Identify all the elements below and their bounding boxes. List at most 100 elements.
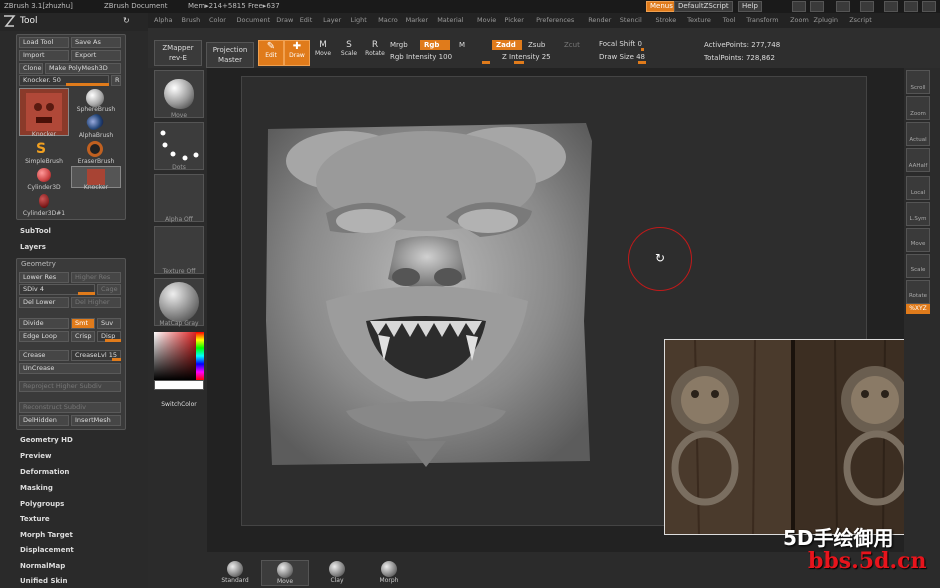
cage-button[interactable]: Cage bbox=[97, 284, 121, 295]
edit-button[interactable]: ✎ Edit bbox=[258, 40, 284, 66]
zadd-toggle[interactable]: Zadd bbox=[492, 40, 522, 50]
lower-res-button[interactable]: Lower Res bbox=[19, 272, 69, 283]
window-icon-3[interactable] bbox=[836, 1, 850, 12]
reproject-button[interactable]: Reproject Higher Subdiv bbox=[19, 381, 121, 392]
menu-zplugin[interactable]: Zplugin bbox=[814, 16, 839, 24]
export-button[interactable]: Export bbox=[71, 50, 121, 61]
rotate-view-button[interactable] bbox=[906, 280, 930, 304]
knocker-sculpt[interactable] bbox=[266, 121, 594, 467]
uncrease-button[interactable]: UnCrease bbox=[19, 363, 121, 374]
masking-section[interactable]: Masking bbox=[20, 484, 53, 492]
morph-target-section[interactable]: Morph Target bbox=[20, 531, 73, 539]
layers-section[interactable]: Layers bbox=[20, 243, 46, 251]
load-tool-button[interactable]: Load Tool bbox=[19, 37, 69, 48]
refresh-icon[interactable]: ↻ bbox=[123, 16, 130, 25]
draw-button[interactable]: ✚ Draw bbox=[284, 40, 310, 66]
menu-zoom[interactable]: Zoom bbox=[790, 16, 809, 24]
displacement-section[interactable]: Displacement bbox=[20, 546, 74, 554]
cylinder3d-thumb[interactable] bbox=[37, 168, 51, 182]
normalmap-section[interactable]: NormalMap bbox=[20, 562, 65, 570]
menu-movie[interactable]: Movie bbox=[477, 16, 496, 24]
menus-button[interactable]: Menus bbox=[646, 1, 677, 12]
cylinder3d1-thumb[interactable] bbox=[39, 194, 49, 208]
geometry-hd-section[interactable]: Geometry HD bbox=[20, 436, 73, 444]
deformation-section[interactable]: Deformation bbox=[20, 468, 69, 476]
smt-toggle[interactable]: Smt bbox=[71, 318, 95, 329]
morph-brush-button[interactable]: Morph bbox=[365, 560, 413, 586]
geometry-section[interactable]: Geometry bbox=[21, 260, 56, 268]
texture-section[interactable]: Texture bbox=[20, 515, 50, 523]
menu-alpha[interactable]: Alpha bbox=[154, 16, 172, 24]
menu-render[interactable]: Render bbox=[588, 16, 611, 24]
mrgb-toggle[interactable]: Mrgb bbox=[390, 41, 408, 49]
rgb-toggle[interactable]: Rgb bbox=[420, 40, 450, 50]
r-button[interactable]: R bbox=[111, 75, 121, 86]
del-lower-button[interactable]: Del Lower bbox=[19, 297, 69, 308]
simplebrush-thumb[interactable]: S bbox=[36, 141, 46, 157]
z-intensity-slider[interactable]: Z Intensity 25 bbox=[502, 53, 551, 61]
subtool-section[interactable]: SubTool bbox=[20, 227, 51, 235]
draw-size-slider[interactable]: Draw Size 48 bbox=[599, 53, 645, 61]
menu-color[interactable]: Color bbox=[209, 16, 226, 24]
menu-stencil[interactable]: Stencil bbox=[620, 16, 642, 24]
maximize-icon[interactable] bbox=[904, 1, 918, 12]
knocker-thumb[interactable] bbox=[19, 88, 69, 136]
move-brush-button[interactable]: Move bbox=[261, 560, 309, 586]
menu-layer[interactable]: Layer bbox=[323, 16, 341, 24]
menu-macro[interactable]: Macro bbox=[378, 16, 398, 24]
local-button[interactable] bbox=[906, 176, 930, 200]
focal-shift-slider[interactable]: Focal Shift 0 bbox=[599, 40, 642, 48]
divide-button[interactable]: Divide bbox=[19, 318, 69, 329]
import-button[interactable]: Import bbox=[19, 50, 69, 61]
rgb-intensity-slider[interactable]: Rgb Intensity 100 bbox=[390, 53, 452, 61]
close-icon[interactable] bbox=[922, 1, 936, 12]
crisp-toggle[interactable]: Crisp bbox=[71, 331, 95, 342]
move-view-button[interactable] bbox=[906, 228, 930, 252]
menu-draw[interactable]: Draw bbox=[276, 16, 293, 24]
delhidden-button[interactable]: DelHidden bbox=[19, 415, 69, 426]
unified-skin-section[interactable]: Unified Skin bbox=[20, 577, 68, 585]
standard-brush-button[interactable]: Standard bbox=[211, 560, 259, 586]
crease-button[interactable]: Crease bbox=[19, 350, 69, 361]
window-icon-2[interactable] bbox=[810, 1, 824, 12]
eraserbrush-thumb[interactable] bbox=[87, 141, 103, 157]
preview-section[interactable]: Preview bbox=[20, 452, 52, 460]
help-button[interactable]: Help bbox=[738, 1, 762, 12]
switchcolor-button[interactable]: SwitchColor bbox=[154, 401, 204, 408]
alpha-off-thumb[interactable] bbox=[154, 174, 204, 222]
zmapper-button[interactable]: ZMapper rev-E bbox=[154, 40, 202, 66]
save-as-button[interactable]: Save As bbox=[71, 37, 121, 48]
insertmesh-button[interactable]: InsertMesh bbox=[71, 415, 121, 426]
window-icon-1[interactable] bbox=[792, 1, 806, 12]
menu-marker[interactable]: Marker bbox=[406, 16, 428, 24]
clone-button[interactable]: Clone bbox=[19, 63, 43, 74]
scale-mode-button[interactable]: S Scale bbox=[336, 40, 362, 66]
make-polymesh-button[interactable]: Make PolyMesh3D bbox=[45, 63, 121, 74]
suv-toggle[interactable]: Suv bbox=[97, 318, 121, 329]
menu-stroke[interactable]: Stroke bbox=[656, 16, 677, 24]
scale-view-button[interactable] bbox=[906, 254, 930, 278]
higher-res-button[interactable]: Higher Res bbox=[71, 272, 121, 283]
move-mode-button[interactable]: M Move bbox=[310, 40, 336, 66]
rotate-mode-button[interactable]: R Rotate bbox=[362, 40, 388, 66]
projection-master-button[interactable]: Projection Master bbox=[206, 42, 254, 68]
clay-brush-button[interactable]: Clay bbox=[313, 560, 361, 586]
polygroups-section[interactable]: Polygroups bbox=[20, 500, 64, 508]
m-toggle[interactable]: M bbox=[459, 41, 465, 49]
zcut-toggle[interactable]: Zcut bbox=[564, 41, 580, 49]
menu-document[interactable]: Document bbox=[237, 16, 271, 24]
default-zscript-button[interactable]: DefaultZScript bbox=[674, 1, 733, 12]
minimize-icon[interactable] bbox=[884, 1, 898, 12]
menu-transform[interactable]: Transform bbox=[746, 16, 778, 24]
menu-texture[interactable]: Texture bbox=[687, 16, 711, 24]
menu-preferences[interactable]: Preferences bbox=[536, 16, 574, 24]
move-brush-thumb[interactable] bbox=[154, 70, 204, 118]
lsym-button[interactable] bbox=[906, 202, 930, 226]
dots-stroke-thumb[interactable] bbox=[154, 122, 204, 170]
xyz-toggle[interactable]: %XYZ bbox=[906, 304, 930, 314]
lock-icon[interactable] bbox=[860, 1, 874, 12]
menu-brush[interactable]: Brush bbox=[182, 16, 201, 24]
spherebrush-thumb[interactable] bbox=[86, 89, 104, 107]
edge-loop-button[interactable]: Edge Loop bbox=[19, 331, 69, 342]
menu-material[interactable]: Material bbox=[437, 16, 463, 24]
